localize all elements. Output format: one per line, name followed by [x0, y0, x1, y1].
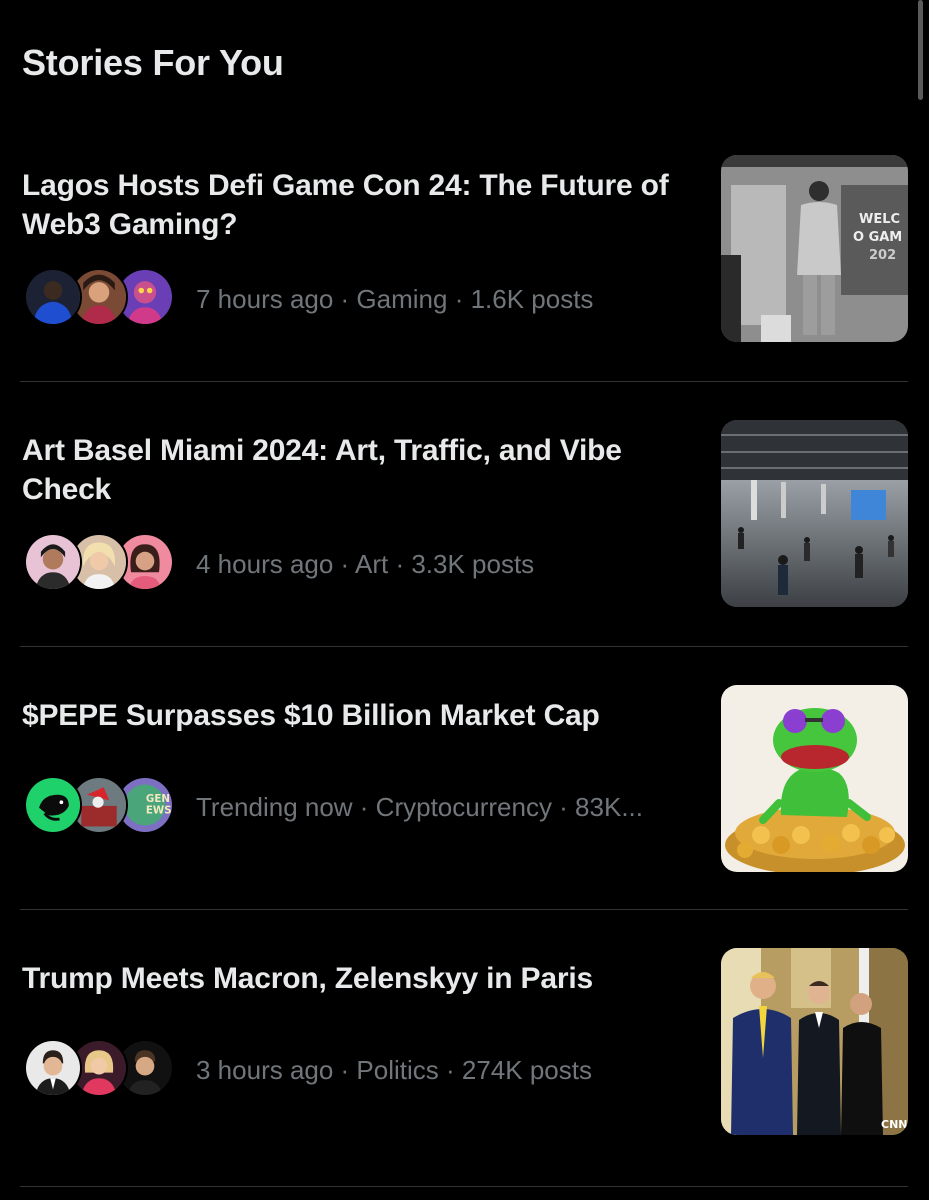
story-item[interactable]: Art Basel Miami 2024: Art, Traffic, and … [0, 405, 929, 670]
story-item[interactable]: Trump Meets Macron, Zelenskyy in Paris 3… [0, 933, 929, 1198]
avatar-stack [24, 1037, 174, 1103]
story-title[interactable]: Art Basel Miami 2024: Art, Traffic, and … [22, 431, 672, 509]
story-meta-row: 7 hours ago · Gaming · 1.6K posts [24, 266, 593, 332]
story-meta: Trending now · Cryptocurrency · 83K... [196, 791, 643, 822]
avatar-badge-text: GEN EWS [146, 793, 172, 816]
story-title[interactable]: Lagos Hosts Defi Game Con 24: The Future… [22, 166, 672, 244]
story-thumbnail[interactable] [721, 685, 908, 872]
divider [20, 646, 908, 647]
avatar [24, 268, 82, 326]
story-title[interactable]: Trump Meets Macron, Zelenskyy in Paris [22, 959, 672, 998]
avatar-stack [24, 531, 174, 597]
story-thumbnail[interactable] [721, 420, 908, 607]
avatar-stack: GEN EWS [24, 774, 174, 840]
avatar [24, 776, 82, 834]
divider [20, 381, 908, 382]
section-title: Stories For You [22, 42, 284, 83]
story-meta-row: 4 hours ago · Art · 3.3K posts [24, 531, 534, 597]
avatar [24, 1039, 82, 1097]
divider [20, 909, 908, 910]
story-meta: 7 hours ago · Gaming · 1.6K posts [196, 283, 594, 314]
story-thumbnail[interactable]: CNN [721, 948, 908, 1135]
story-item[interactable]: Lagos Hosts Defi Game Con 24: The Future… [0, 140, 929, 405]
story-meta-row: 3 hours ago · Politics · 274K posts [24, 1037, 592, 1103]
avatar-stack [24, 266, 174, 332]
svg-text:CNN: CNN [881, 1118, 908, 1131]
story-title[interactable]: $PEPE Surpasses $10 Billion Market Cap [22, 696, 672, 735]
svg-text:O GAM: O GAM [853, 230, 902, 245]
story-meta: 4 hours ago · Art · 3.3K posts [196, 548, 535, 579]
svg-text:202: 202 [869, 248, 896, 263]
divider [20, 1186, 908, 1187]
avatar [24, 533, 82, 591]
svg-text:WELC: WELC [859, 212, 900, 227]
story-thumbnail[interactable]: WELC O GAM 202 [721, 155, 908, 342]
story-meta-row: GEN EWS Trending now · Cryptocurrency · 8… [24, 774, 643, 840]
scrollbar[interactable] [918, 0, 923, 100]
story-meta: 3 hours ago · Politics · 274K posts [196, 1054, 592, 1085]
story-item[interactable]: $PEPE Surpasses $10 Billion Market Cap G… [0, 670, 929, 935]
